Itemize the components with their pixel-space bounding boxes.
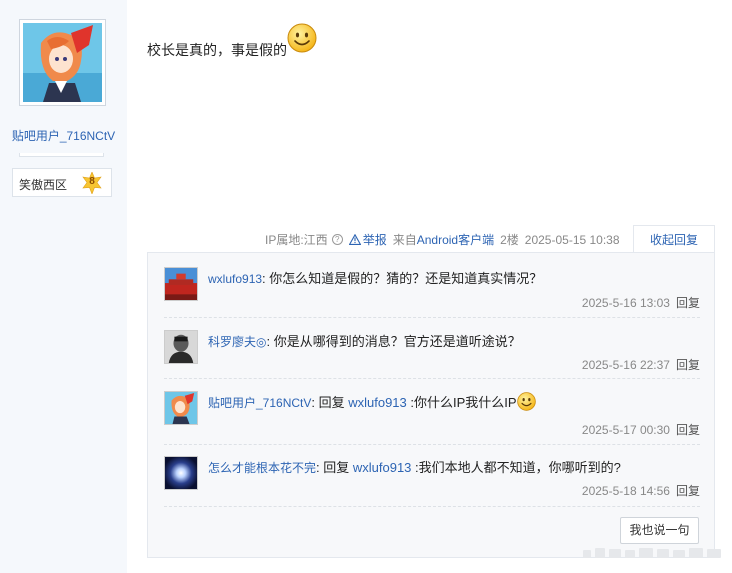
question-icon[interactable]: ? <box>331 234 343 245</box>
reply-username[interactable]: wxlufo913 <box>208 272 262 286</box>
report-link[interactable]: 举报 <box>348 231 387 248</box>
level-title: 笑傲西区 <box>19 178 68 192</box>
reply-text-line: wxlufo913: 你怎么知道是假的？猜的？还是知道真实情况？ <box>208 268 542 287</box>
reply-username[interactable]: 贴吧用户_716NCtV <box>208 396 311 410</box>
level-number: 8 <box>89 176 95 187</box>
reply-username[interactable]: 怎么才能根本花不完 <box>208 461 316 475</box>
reply-avatar[interactable] <box>164 267 198 301</box>
quoted-username[interactable]: wxlufo913 <box>353 460 412 475</box>
reply-time: 2025-5-18 14:56 <box>581 484 670 498</box>
reply-text-line: 怎么才能根本花不完: 回复 wxlufo913 :我们本地人都不知道，你哪听到的… <box>208 457 621 476</box>
reply-list: wxlufo913: 你怎么知道是假的？猜的？还是知道真实情况？ 2025-5-… <box>147 252 715 558</box>
reply-meta: 2025-5-16 22:37 回复 <box>582 356 700 373</box>
reply-meta: 2025-5-16 13:03 回复 <box>582 294 700 311</box>
say-something-button[interactable]: 我也说一句 <box>620 517 699 544</box>
reply-button[interactable]: 回复 <box>676 423 700 437</box>
reply-avatar[interactable] <box>164 456 198 490</box>
post-meta-line: IP属地:江西 ? 举报 来自 Android客户端 2楼 2025-05-15 … <box>265 231 620 248</box>
reply-content: :你什么IP我什么IP <box>406 395 517 410</box>
username-divider <box>19 153 104 157</box>
reply-time: 2025-5-17 00:30 <box>581 423 670 437</box>
post-datetime: 2025-05-15 10:38 <box>524 232 620 247</box>
reply-avatar[interactable] <box>164 330 198 364</box>
smile-emoji-icon <box>287 23 317 53</box>
reply-item: wxlufo913: 你怎么知道是假的？猜的？还是知道真实情况？ 2025-5-… <box>164 267 700 317</box>
author-username[interactable]: 贴吧用户_716NCtV <box>0 127 127 144</box>
reply-avatar[interactable] <box>164 391 198 425</box>
reply-content: :我们本地人都不知道，你哪听到的? <box>411 460 621 475</box>
reply-username[interactable]: 科罗廖夫 <box>208 335 256 349</box>
reply-prefix: : 回复 <box>316 460 353 475</box>
smile-emoji-icon <box>516 392 536 411</box>
reply-text-line: 贴吧用户_716NCtV: 回复 wxlufo913 :你什么IP我什么IP <box>208 392 536 411</box>
member-badge-icon: ◎ <box>256 335 267 349</box>
reply-item: 科罗廖夫◎: 你是从哪得到的消息？官方还是道听途说？ 2025-5-16 22:… <box>164 317 700 378</box>
source-prefix: 来自 <box>392 233 417 247</box>
collapse-replies-button[interactable]: 收起回复 <box>633 225 715 253</box>
reply-button[interactable]: 回复 <box>676 484 700 498</box>
reply-item: 怎么才能根本花不完: 回复 wxlufo913 :我们本地人都不知道，你哪听到的… <box>164 444 700 506</box>
warning-icon <box>348 234 361 245</box>
reply-meta: 2025-5-17 00:30 回复 <box>582 421 700 438</box>
reply-item: 贴吧用户_716NCtV: 回复 wxlufo913 :你什么IP我什么IP 2… <box>164 378 700 444</box>
reply-prefix: : 回复 <box>311 395 349 410</box>
quoted-username[interactable]: wxlufo913 <box>348 395 407 410</box>
forum-level-badge[interactable]: 笑傲西区 8 <box>12 168 112 197</box>
reply-time: 2025-5-16 22:37 <box>581 358 670 372</box>
anime-girl-avatar-image <box>23 23 102 102</box>
reply-button[interactable]: 回复 <box>676 358 700 372</box>
reply-text-line: 科罗廖夫◎: 你是从哪得到的消息？官方还是道听途说？ <box>208 331 521 350</box>
client-link[interactable]: Android客户端 <box>417 231 494 248</box>
author-avatar[interactable] <box>19 19 106 106</box>
reply-content: : 你怎么知道是假的？猜的？还是知道真实情况？ <box>262 271 543 286</box>
post-content: 校长是真的，事是假的 <box>147 42 287 58</box>
reply-list-divider <box>164 506 700 507</box>
ip-location: IP属地:江西 <box>265 233 328 247</box>
reply-meta: 2025-5-18 14:56 回复 <box>582 482 700 499</box>
reply-time: 2025-5-16 13:03 <box>581 296 670 310</box>
floor-number: 2楼 <box>500 233 519 247</box>
report-label: 举报 <box>362 233 387 247</box>
author-sidebar: 贴吧用户_716NCtV 笑傲西区 8 <box>0 0 127 573</box>
faded-watermark <box>583 548 721 558</box>
reply-button[interactable]: 回复 <box>676 296 700 310</box>
reply-content: : 你是从哪得到的消息？官方还是道听途说？ <box>266 334 521 349</box>
